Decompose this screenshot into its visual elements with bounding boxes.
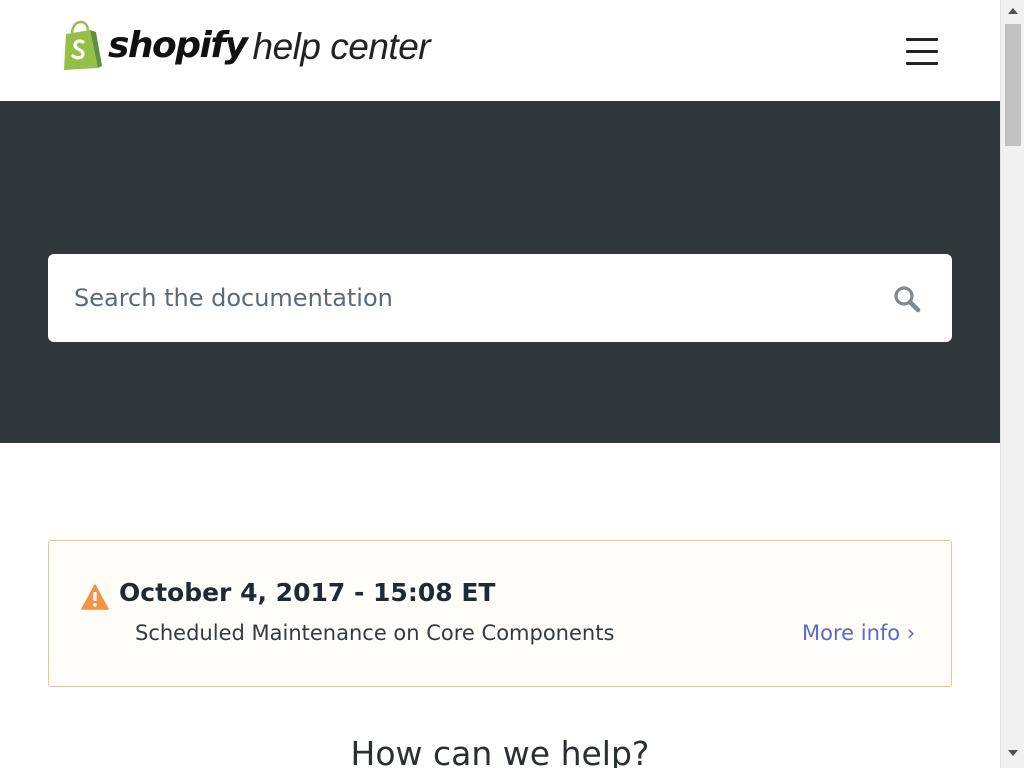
hamburger-menu-icon-bar <box>906 38 938 41</box>
site-header: shopify help center <box>0 0 1000 101</box>
scroll-thumb[interactable] <box>1005 24 1021 146</box>
notice-description: Scheduled Maintenance on Core Components <box>135 621 615 645</box>
hero-search-section <box>0 101 1000 443</box>
scroll-up-arrow-icon[interactable] <box>1008 8 1018 14</box>
shopify-bag-icon <box>64 20 102 70</box>
hamburger-menu-icon-bar <box>906 50 938 53</box>
hamburger-menu-button[interactable] <box>904 36 940 68</box>
viewport: shopify help center Search the documenta… <box>0 0 1000 768</box>
vertical-scrollbar[interactable] <box>1000 0 1024 768</box>
search-icon <box>894 286 921 313</box>
search-input[interactable] <box>74 254 864 342</box>
help-heading: How can we help? <box>350 734 650 768</box>
maintenance-notice <box>48 540 952 687</box>
shopify-help-center-logo[interactable]: shopify help center <box>60 18 431 74</box>
more-info-link[interactable]: More info › <box>802 621 915 645</box>
warning-icon <box>81 584 109 610</box>
scroll-down-arrow-icon[interactable] <box>1008 750 1018 756</box>
notice-date: October 4, 2017 - 15:08 ET <box>119 578 496 607</box>
page: shopify help center Search the documenta… <box>0 0 1024 768</box>
hamburger-menu-icon-bar <box>906 62 938 65</box>
logo-wordmark: shopify <box>108 25 248 66</box>
search-box <box>48 254 952 342</box>
logo-subtitle: help center <box>252 25 431 67</box>
search-button[interactable] <box>890 282 924 316</box>
